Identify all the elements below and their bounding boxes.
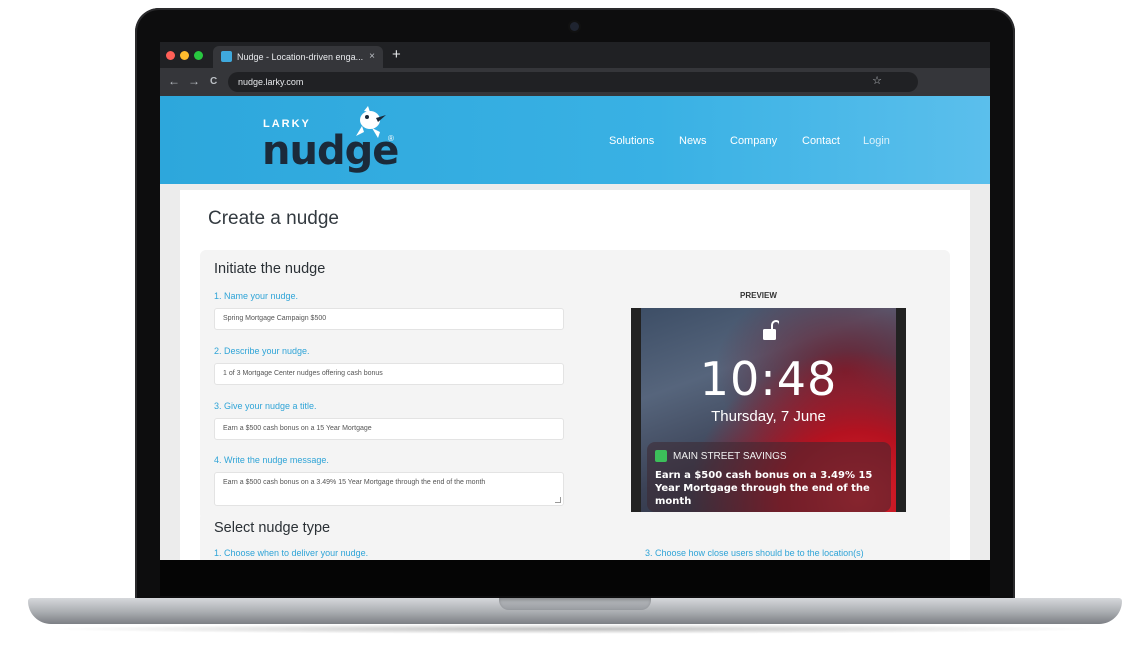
minimize-window-dot[interactable]: [180, 51, 189, 60]
nudge-description-value: 1 of 3 Mortgage Center nudges offering c…: [223, 370, 383, 377]
phone-preview: 10:48 Thursday, 7 June MAIN STREET SAVIN…: [631, 308, 906, 520]
laptop-bezel-bottom: [160, 560, 990, 596]
screen: Nudge - Location-driven enga... × + ← → …: [160, 42, 990, 560]
nav-company[interactable]: Company: [730, 135, 777, 147]
tab-title: Nudge - Location-driven enga...: [237, 52, 364, 62]
content-card: Create a nudge Initiate the nudge 1. Nam…: [180, 190, 970, 560]
nudge-message-value: Earn a $500 cash bonus on a 3.49% 15 Yea…: [223, 479, 486, 486]
phone-lock-screen: 10:48 Thursday, 7 June MAIN STREET SAVIN…: [641, 308, 896, 520]
url-text: nudge.larky.com: [238, 77, 304, 87]
nudge-title-value: Earn a $500 cash bonus on a 15 Year Mort…: [223, 425, 372, 432]
field-label-title: 3. Give your nudge a title.: [214, 401, 317, 411]
laptop-shadow: [40, 624, 1110, 634]
close-window-dot[interactable]: [166, 51, 175, 60]
field-label-name: 1. Name your nudge.: [214, 291, 299, 301]
back-icon[interactable]: ←: [168, 74, 180, 88]
nudge-type-section: Select nudge type 1. Choose when to deli…: [200, 512, 950, 560]
lock-screen-date: Thursday, 7 June: [711, 408, 826, 425]
bank-app-icon: [655, 450, 667, 462]
browser-tab[interactable]: Nudge - Location-driven enga... ×: [213, 46, 383, 68]
maximize-window-dot[interactable]: [194, 51, 203, 60]
lark-mascot-icon: [356, 106, 386, 138]
nav-solutions[interactable]: Solutions: [609, 135, 654, 147]
nav-contact[interactable]: Contact: [802, 135, 840, 147]
section-title-type: Select nudge type: [214, 520, 331, 536]
notification-app-name: MAIN STREET SAVINGS: [673, 451, 787, 462]
browser-toolbar: ← → C nudge.larky.com ☆: [160, 68, 990, 96]
nudge-name-input[interactable]: Spring Mortgage Campaign $500: [214, 308, 564, 330]
delivery-time-label: 1. Choose when to deliver your nudge.: [214, 548, 369, 558]
section-title-initiate: Initiate the nudge: [214, 261, 326, 277]
nav-login[interactable]: Login: [863, 135, 890, 147]
close-tab-icon[interactable]: ×: [369, 51, 375, 62]
webcam: [570, 22, 579, 31]
notification-body: Earn a $500 cash bonus on a 3.49% 15 Yea…: [655, 470, 873, 507]
proximity-label: 3. Choose how close users should be to t…: [645, 548, 864, 558]
nudge-description-input[interactable]: 1 of 3 Mortgage Center nudges offering c…: [214, 363, 564, 385]
site-header: LARKY nudge ® Solutions News Company Con…: [160, 96, 990, 184]
bookmark-star-icon[interactable]: ☆: [872, 74, 882, 87]
nudge-title-input[interactable]: Earn a $500 cash bonus on a 15 Year Mort…: [214, 418, 564, 440]
favicon-icon: [221, 51, 232, 62]
laptop-opening-notch: [499, 598, 651, 610]
browser-tab-bar: Nudge - Location-driven enga... × +: [160, 42, 990, 68]
field-label-message: 4. Write the nudge message.: [214, 455, 329, 465]
preview-label: PREVIEW: [740, 291, 777, 300]
reload-icon[interactable]: C: [210, 76, 217, 87]
address-bar[interactable]: nudge.larky.com: [228, 72, 918, 92]
push-notification[interactable]: MAIN STREET SAVINGS Earn a $500 cash bon…: [647, 442, 891, 512]
page-title: Create a nudge: [208, 208, 339, 229]
lock-screen-time: 10:48: [699, 352, 838, 406]
unlocked-padlock-icon: [763, 320, 779, 340]
field-label-description: 2. Describe your nudge.: [214, 346, 310, 356]
nav-news[interactable]: News: [679, 135, 707, 147]
nudge-name-value: Spring Mortgage Campaign $500: [223, 315, 327, 322]
resize-handle-icon[interactable]: [555, 497, 561, 503]
new-tab-button[interactable]: +: [392, 46, 401, 63]
forward-icon[interactable]: →: [188, 74, 200, 88]
nudge-message-textarea[interactable]: Earn a $500 cash bonus on a 3.49% 15 Yea…: [214, 472, 564, 506]
